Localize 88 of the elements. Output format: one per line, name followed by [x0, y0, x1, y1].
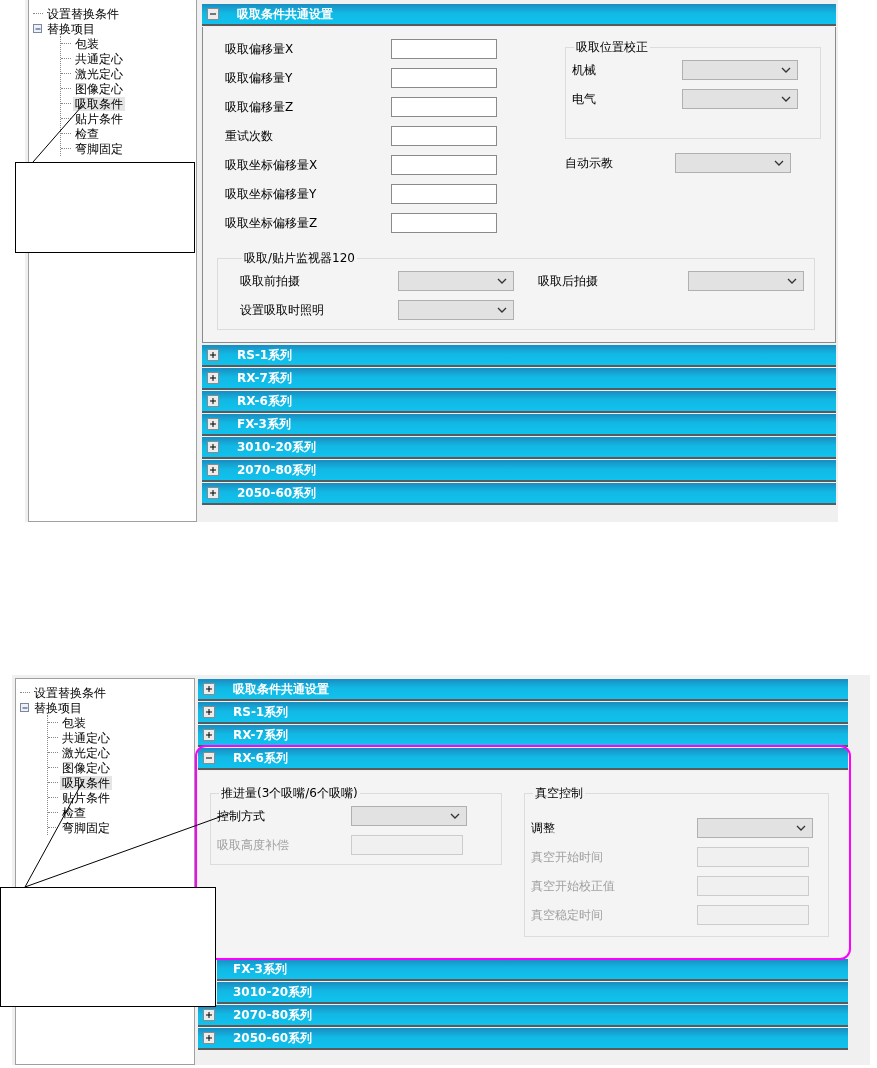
expand-toggle[interactable]: [203, 706, 215, 718]
expand-toggle[interactable]: [203, 1032, 215, 1044]
tree-item[interactable]: 包装: [60, 715, 88, 730]
section-title: 2070-80系列: [237, 461, 317, 479]
chevron-icon: [781, 67, 791, 73]
tree-item[interactable]: 吸取条件: [60, 775, 112, 790]
field-label: 吸取坐标偏移量Z: [225, 214, 319, 232]
section-title: 2070-80系列: [233, 1006, 313, 1024]
tree-item[interactable]: 包装: [73, 36, 101, 51]
tree-item[interactable]: 激光定心: [60, 745, 112, 760]
text-field[interactable]: [391, 39, 497, 59]
tree-item[interactable]: 替换项目: [45, 21, 97, 36]
group-title: 吸取/贴片监视器120: [244, 251, 355, 265]
expand-toggle[interactable]: [203, 683, 215, 695]
tree-item[interactable]: 贴片条件: [73, 111, 125, 126]
section-title: RX-6系列: [233, 749, 288, 767]
chevron-icon: [787, 278, 797, 284]
expand-toggle[interactable]: [207, 441, 219, 453]
expand-toggle[interactable]: [207, 349, 219, 361]
text-field[interactable]: [391, 213, 497, 233]
expand-toggle[interactable]: [207, 487, 219, 499]
section-title: 2050-60系列: [237, 484, 317, 502]
field-label: 吸取高度补偿: [217, 836, 290, 854]
text-field[interactable]: [391, 184, 497, 204]
field-label: 吸取偏移量Z: [225, 98, 295, 116]
section-title: 2050-60系列: [233, 1029, 313, 1047]
section-title: RX-7系列: [233, 726, 288, 744]
tree-item[interactable]: 设置替换条件: [45, 6, 121, 21]
expand-toggle[interactable]: [207, 8, 219, 20]
field-label: 重试次数: [225, 127, 274, 145]
expand-toggle[interactable]: [203, 729, 215, 741]
field-label: 吸取偏移量Y: [225, 69, 294, 87]
text-field[interactable]: [391, 68, 497, 88]
tree-item[interactable]: 替换项目: [32, 700, 84, 715]
group-title: 吸取位置校正: [576, 40, 648, 54]
tree-item[interactable]: 激光定心: [73, 66, 125, 81]
tree-item[interactable]: 贴片条件: [60, 790, 112, 805]
expand-toggle[interactable]: [207, 418, 219, 430]
text-field[interactable]: [391, 97, 497, 117]
expand-toggle[interactable]: [203, 752, 215, 764]
expand-toggle[interactable]: [207, 372, 219, 384]
tree-item[interactable]: 图像定心: [60, 760, 112, 775]
field-label: 吸取前拍摄: [240, 272, 301, 290]
section-title: RX-7系列: [237, 369, 292, 387]
field-label: 真空开始校正值: [531, 877, 616, 895]
tree-item[interactable]: 吸取条件: [73, 96, 125, 111]
section-title: RS-1系列: [237, 346, 293, 364]
expand-toggle[interactable]: [207, 464, 219, 476]
section-title: 3010-20系列: [237, 438, 317, 456]
chevron-icon: [497, 278, 507, 284]
section-title: 吸取条件共通设置: [233, 680, 329, 698]
field-label: 设置吸取时照明: [240, 301, 325, 319]
chevron-icon: [497, 307, 507, 313]
tree-item[interactable]: 共通定心: [73, 51, 125, 66]
tree-toggle[interactable]: [33, 24, 42, 33]
field-label: 吸取坐标偏移量X: [225, 156, 319, 174]
section-title: FX-3系列: [237, 415, 291, 433]
chevron-icon: [781, 96, 791, 102]
field-label: 调整: [531, 819, 556, 837]
field-label: 吸取后拍摄: [538, 272, 599, 290]
field-label: 吸取坐标偏移量Y: [225, 185, 318, 203]
group-title: 真空控制: [535, 786, 583, 800]
section-title: RS-1系列: [233, 703, 289, 721]
tree-item[interactable]: 检查: [73, 126, 101, 141]
text-field[interactable]: [391, 155, 497, 175]
section-title: 吸取条件共通设置: [237, 5, 333, 23]
text-field[interactable]: [391, 126, 497, 146]
tree-toggle[interactable]: [20, 703, 29, 712]
field-label: 吸取偏移量X: [225, 40, 295, 58]
tree-item[interactable]: 弯脚固定: [60, 820, 112, 835]
expand-toggle[interactable]: [207, 395, 219, 407]
group-title: 推进量(3个吸嘴/6个吸嘴): [221, 786, 358, 800]
field-label: 自动示教: [565, 154, 614, 172]
tree-item[interactable]: 图像定心: [73, 81, 125, 96]
tree-item[interactable]: 设置替换条件: [32, 685, 108, 700]
field-label: 机械: [572, 61, 597, 79]
chevron-icon: [774, 160, 784, 166]
section-title: 3010-20系列: [233, 983, 313, 1001]
tree-item[interactable]: 弯脚固定: [73, 141, 125, 156]
field-label: 真空开始时间: [531, 848, 604, 866]
section-title: FX-3系列: [233, 960, 287, 978]
section-title: RX-6系列: [237, 392, 292, 410]
field-label: 电气: [572, 90, 597, 108]
chevron-icon: [450, 813, 460, 819]
tree-item[interactable]: 共通定心: [60, 730, 112, 745]
chevron-icon: [796, 825, 806, 831]
expand-toggle[interactable]: [203, 1009, 215, 1021]
field-label: 真空稳定时间: [531, 906, 604, 924]
